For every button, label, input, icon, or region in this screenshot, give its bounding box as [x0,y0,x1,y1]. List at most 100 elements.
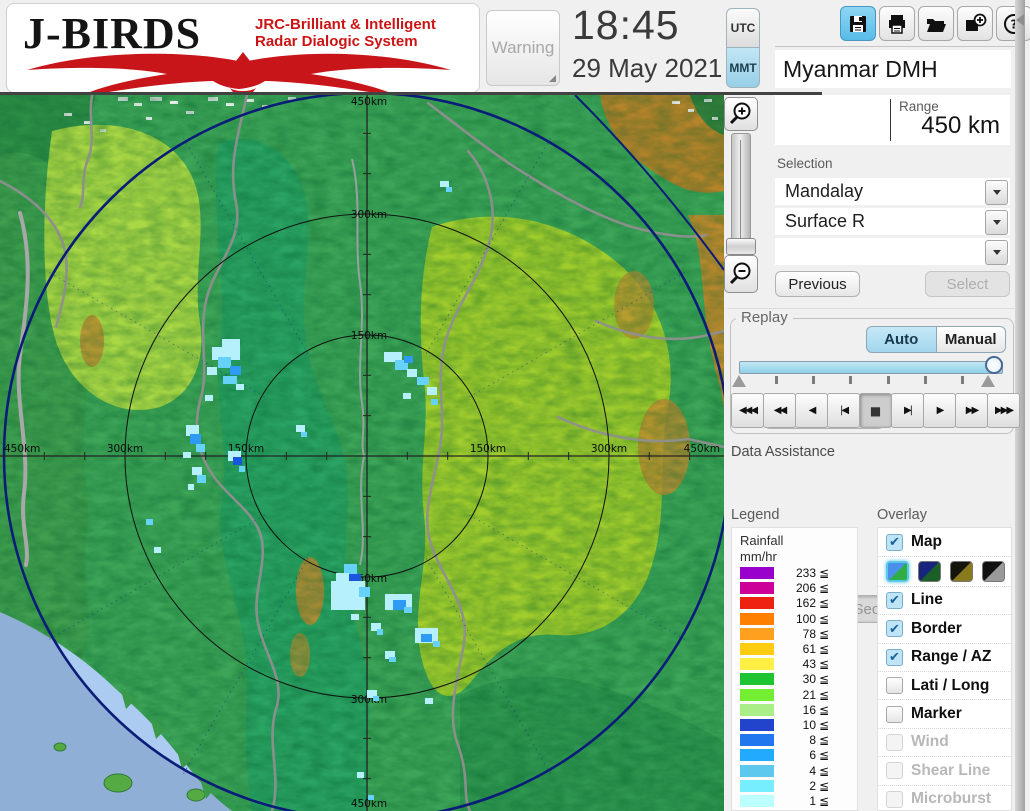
legend-operator: ≦ [819,748,830,763]
zoom-out-icon [729,262,751,285]
mmt-button[interactable]: MMT [726,48,760,88]
overlay-row: Microburst [878,784,1011,810]
map-style-olive[interactable] [950,561,973,583]
overlay-item-label: Microburst [911,790,992,808]
radar-map[interactable]: 150km 150km 150km 150km 300km 300km 300km 300km… [0,91,732,811]
overlay-item-label: Border [911,619,962,637]
slider-tick [924,376,927,384]
border-checkbox[interactable]: ✔ [886,620,903,638]
add-image-icon [966,13,987,31]
legend-operator: ≦ [819,581,830,596]
legend-color-swatch [740,764,774,777]
marker-checkbox[interactable] [886,705,903,723]
warning-button[interactable]: Warning [486,10,560,86]
replay-mode-toggle: Auto Manual [866,326,1006,353]
open-folder-button[interactable] [918,6,954,41]
legend-color-swatch [740,612,774,625]
legend-color-swatch [740,567,774,580]
select-button[interactable]: Select [925,271,1010,297]
forward-2-button[interactable]: ▶▶ [955,393,988,428]
option-dropdown[interactable] [775,238,1010,265]
legend-operator: ≦ [819,611,830,626]
legend-color-swatch [740,582,774,595]
manual-button[interactable]: Manual [936,326,1006,353]
legend-value: 8 [809,733,816,748]
legend-operator: ≦ [819,763,830,778]
site-dropdown[interactable]: Mandalay [775,178,1010,205]
legend-color-swatch [740,734,774,747]
map-style-gray[interactable] [982,561,1005,583]
zoom-out-button[interactable] [724,255,758,293]
toolbar: ? [840,6,1030,41]
replay-slider-track[interactable] [739,361,1003,374]
step-forward-button[interactable]: ▶| [891,393,924,428]
shear-line-checkbox [886,762,903,780]
station-name: Myanmar DMH [775,50,1011,88]
rewind-2-button[interactable]: ◀◀ [763,393,796,428]
overlay-item-label: Map [911,533,942,551]
utc-button[interactable]: UTC [726,8,760,48]
chevron-down-icon[interactable] [985,210,1008,235]
play-backward-button[interactable]: ◀ [795,393,828,428]
range-value: 450 km [921,112,1000,139]
legend-item: 78 ≦ [732,626,857,641]
save-icon [850,15,866,32]
replay-label: Replay [736,309,793,326]
play-forward-button[interactable]: ▶ [923,393,956,428]
legend-color-swatch [740,597,774,610]
step-backward-button[interactable]: |◀ [827,393,860,428]
legend-color-swatch [740,688,774,701]
legend-item: 233 ≦ [732,566,857,581]
collapse-left-icon[interactable] [1016,14,1024,26]
overlay-row: ✔ Range / AZ [878,642,1011,671]
legend-color-swatch [740,703,774,716]
overlay-row: ✔ Border [878,614,1011,642]
legend-value: 233 [795,566,816,581]
clock-time: 18:45 [572,2,680,48]
legend-operator: ≦ [819,566,830,581]
zoom-in-button[interactable] [724,97,758,131]
station-divider [775,46,1015,47]
legend-value: 6 [809,748,816,763]
map-checkbox[interactable]: ✔ [886,533,903,551]
legend-item: 8 ≦ [732,733,857,748]
overlay-panel: ✔ Map ✔ Line ✔ Border ✔ Range / AZ Lati / Long Ma… [877,527,1012,811]
previous-button[interactable]: Previous [775,271,860,297]
print-button[interactable] [879,6,915,41]
lati-long-checkbox[interactable] [886,677,903,695]
legend-color-swatch [740,658,774,671]
chevron-down-icon[interactable] [985,240,1008,265]
overlay-item-label: Line [911,591,943,609]
legend-value: 43 [802,657,816,672]
product-dropdown[interactable]: Surface R [775,208,1010,235]
legend-item: 162 ≦ [732,596,857,611]
zoom-slider-track[interactable] [731,133,751,251]
save-button[interactable] [840,6,876,41]
range-az-checkbox[interactable]: ✔ [886,648,903,666]
fast-rewind-3-button[interactable]: ◀◀◀ [731,393,764,428]
add-image-button[interactable] [957,6,993,41]
legend-value: 1 [809,793,816,808]
line-checkbox[interactable]: ✔ [886,591,903,609]
microburst-checkbox [886,790,903,808]
legend-color-swatch [740,673,774,686]
auto-button[interactable]: Auto [866,326,937,353]
jbirds-app: J-BIRDS JRC-Brilliant & Intelligent Rada… [0,0,1030,811]
legend-value: 78 [802,626,816,641]
chevron-down-icon[interactable] [985,180,1008,205]
stop-button[interactable]: ■ [859,393,892,428]
legend-operator: ≦ [819,687,830,702]
zoom-slider-thumb[interactable] [726,238,756,255]
overlay-row: ✔ Line [878,585,1011,614]
map-style-color[interactable] [886,561,909,583]
legend-item: 10 ≦ [732,717,857,732]
legend-item: 6 ≦ [732,748,857,763]
replay-slider-handle[interactable] [985,356,1003,374]
legend-operator: ≦ [819,717,830,732]
legend-color-swatch [740,627,774,640]
map-style-night[interactable] [918,561,941,583]
svg-text:150km: 150km [470,443,506,455]
legend-item: 206 ≦ [732,581,857,596]
fast-forward-3-button[interactable]: ▶▶▶ [987,393,1020,428]
legend-color-swatch [740,749,774,762]
